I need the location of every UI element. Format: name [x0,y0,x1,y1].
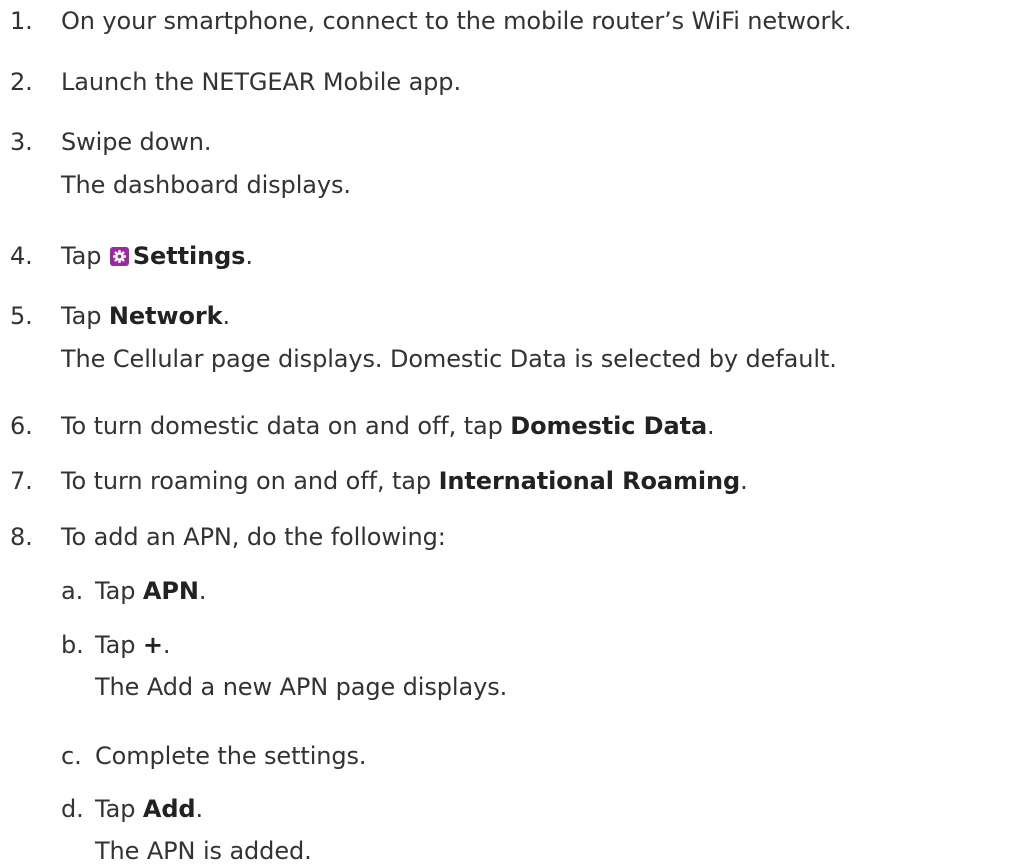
gear-icon [109,247,129,266]
step-text: On your smartphone, connect to the mobil… [61,7,852,35]
network-label: Network [108,302,223,330]
step-text: Tap Network. [61,302,230,330]
step-text: Swipe down. [61,128,212,156]
apn-label: APN [142,577,199,605]
substep-letter: b. [61,631,84,659]
international-roaming-label: International Roaming [438,467,741,495]
step-number: 3. [10,128,33,156]
step-number: 4. [10,242,33,270]
add-label: Add [142,795,196,823]
substep-text: Tap APN. [95,577,207,605]
substep-letter: c. [61,742,82,770]
step-result: The Cellular page displays. Domestic Dat… [61,345,837,373]
domestic-data-label: Domestic Data [510,412,708,440]
substep-result: The Add a new APN page displays. [95,673,508,701]
substep-text: Tap +. [95,631,171,659]
step-text: To turn domestic data on and off, tap Do… [61,412,715,440]
step-number: 5. [10,302,33,330]
settings-label: Settings [132,242,246,270]
substep-letter: d. [61,795,84,823]
substep-text: Tap Add. [95,795,204,823]
substep-letter: a. [61,577,84,605]
step-text: To turn roaming on and off, tap Internat… [61,467,748,495]
step-text: To add an APN, do the following: [61,523,446,551]
step-result: The dashboard displays. [61,171,351,199]
step-number: 2. [10,68,33,96]
step-number: 8. [10,523,33,551]
step-text: Launch the NETGEAR Mobile app. [61,68,461,96]
step-number: 6. [10,412,33,440]
substep-text: Complete the settings. [95,742,367,770]
substep-result: The APN is added. [95,837,312,865]
step-number: 1. [10,7,33,35]
plus-label: + [142,631,163,659]
step-number: 7. [10,467,33,495]
step-text: Tap Settings. [61,242,253,270]
